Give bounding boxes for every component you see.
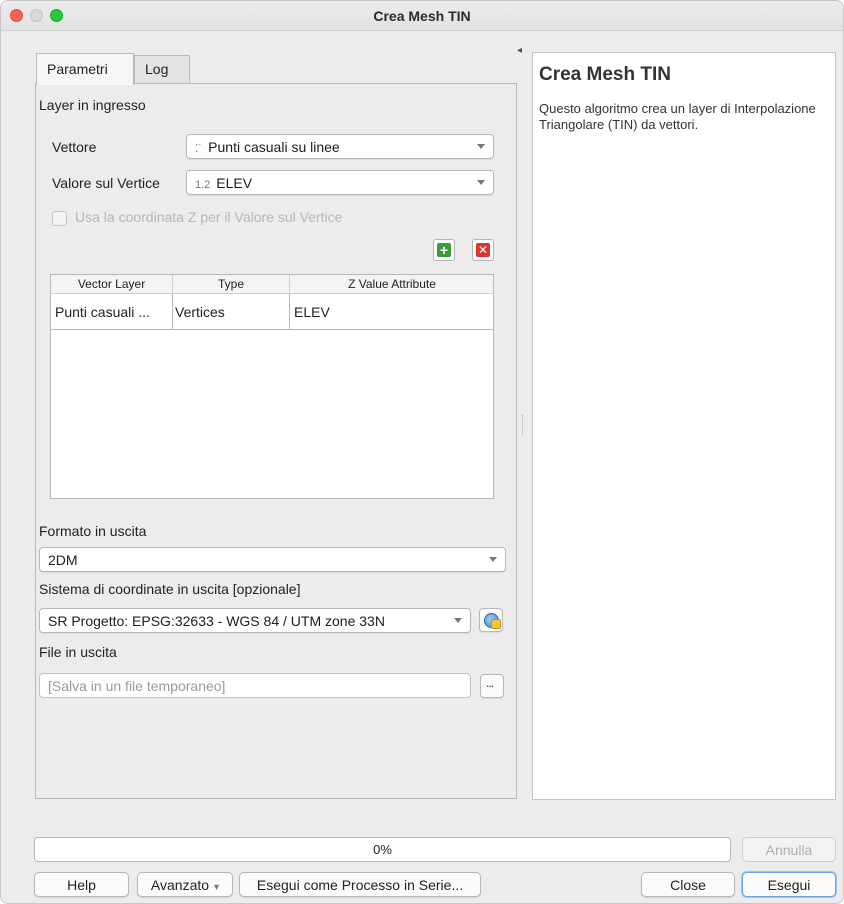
window-title: Crea Mesh TIN <box>373 8 471 24</box>
plus-icon: + <box>437 243 451 257</box>
remove-icon: ✕ <box>476 243 490 257</box>
output-format-label: Formato in uscita <box>39 523 147 539</box>
chevron-down-icon <box>489 557 497 562</box>
column-header-type[interactable]: Type <box>173 277 289 291</box>
remove-layer-button[interactable]: ✕ <box>472 239 494 261</box>
dialog-window: Crea Mesh TIN Parametri Log ◂ Layer in i… <box>0 0 844 904</box>
advanced-label: Avanzato <box>150 877 210 893</box>
point-layer-icon: ⁚˙ <box>195 143 203 155</box>
cell-type[interactable]: Vertices <box>175 304 225 320</box>
vertex-value-combobox[interactable]: 1.2 ELEV <box>186 170 494 195</box>
vertex-value-label: Valore sul Vertice <box>52 175 160 191</box>
globe-icon <box>484 613 501 629</box>
column-header-z-value[interactable]: Z Value Attribute <box>290 277 494 291</box>
help-title: Crea Mesh TIN <box>539 64 671 85</box>
title-bar[interactable]: Crea Mesh TIN <box>1 1 843 31</box>
output-format-combobox[interactable]: 2DM <box>39 547 506 572</box>
help-description: Questo algoritmo crea un layer di Interp… <box>539 101 816 132</box>
vertex-value: ELEV <box>216 175 253 191</box>
cell-divider <box>172 294 173 330</box>
collapse-panel-icon[interactable]: ◂ <box>517 45 522 56</box>
run-button[interactable]: Esegui <box>742 872 836 897</box>
cell-z-value[interactable]: ELEV <box>294 304 330 320</box>
progress-bar: 0% <box>34 837 731 862</box>
output-crs-value: SR Progetto: EPSG:32633 - WGS 84 / UTM z… <box>48 613 385 629</box>
select-crs-button[interactable] <box>479 608 503 632</box>
chevron-down-icon: ▾ <box>214 882 220 893</box>
help-button[interactable]: Help <box>34 872 129 897</box>
browse-file-button[interactable]: ... <box>480 674 504 698</box>
output-crs-label: Sistema di coordinate in uscita [opziona… <box>39 581 301 597</box>
progress-text: 0% <box>373 842 392 857</box>
chevron-down-icon <box>454 618 462 623</box>
cancel-button[interactable]: Annulla <box>742 837 836 862</box>
panel-splitter[interactable] <box>522 415 524 435</box>
table-header: Vector Layer Type Z Value Attribute <box>51 275 493 294</box>
add-layer-button[interactable]: + <box>433 239 455 261</box>
output-file-label: File in uscita <box>39 644 117 660</box>
vector-label: Vettore <box>52 139 97 155</box>
chevron-down-icon <box>477 144 485 149</box>
input-layer-heading: Layer in ingresso <box>39 97 146 113</box>
advanced-button[interactable]: Avanzato ▾ <box>137 872 233 897</box>
use-z-checkbox[interactable] <box>52 211 67 226</box>
output-crs-combobox[interactable]: SR Progetto: EPSG:32633 - WGS 84 / UTM z… <box>39 608 471 633</box>
decimal-field-icon: 1.2 <box>195 179 211 191</box>
close-button[interactable]: Close <box>641 872 735 897</box>
cell-vector-layer[interactable]: Punti casuali ... <box>55 304 150 320</box>
table-row[interactable]: Punti casuali ... Vertices ELEV <box>51 294 493 330</box>
help-panel: Crea Mesh TIN Questo algoritmo crea un l… <box>532 52 836 800</box>
vector-combobox[interactable]: ⁚˙ Punti casuali su linee <box>186 134 494 159</box>
more-options-icon: ... <box>486 676 494 690</box>
use-z-label: Usa la coordinata Z per il Valore sul Ve… <box>75 209 343 225</box>
tab-log[interactable]: Log <box>134 55 190 83</box>
output-format-value: 2DM <box>48 552 78 568</box>
run-as-batch-button[interactable]: Esegui come Processo in Serie... <box>239 872 481 897</box>
layer-table[interactable]: Vector Layer Type Z Value Attribute Punt… <box>50 274 494 499</box>
chevron-down-icon <box>477 180 485 185</box>
output-file-input[interactable]: [Salva in un file temporaneo] <box>39 673 471 698</box>
vector-value: Punti casuali su linee <box>208 139 340 155</box>
cell-divider <box>289 294 290 330</box>
column-header-vector-layer[interactable]: Vector Layer <box>51 277 172 291</box>
tab-parametri[interactable]: Parametri <box>36 53 134 85</box>
